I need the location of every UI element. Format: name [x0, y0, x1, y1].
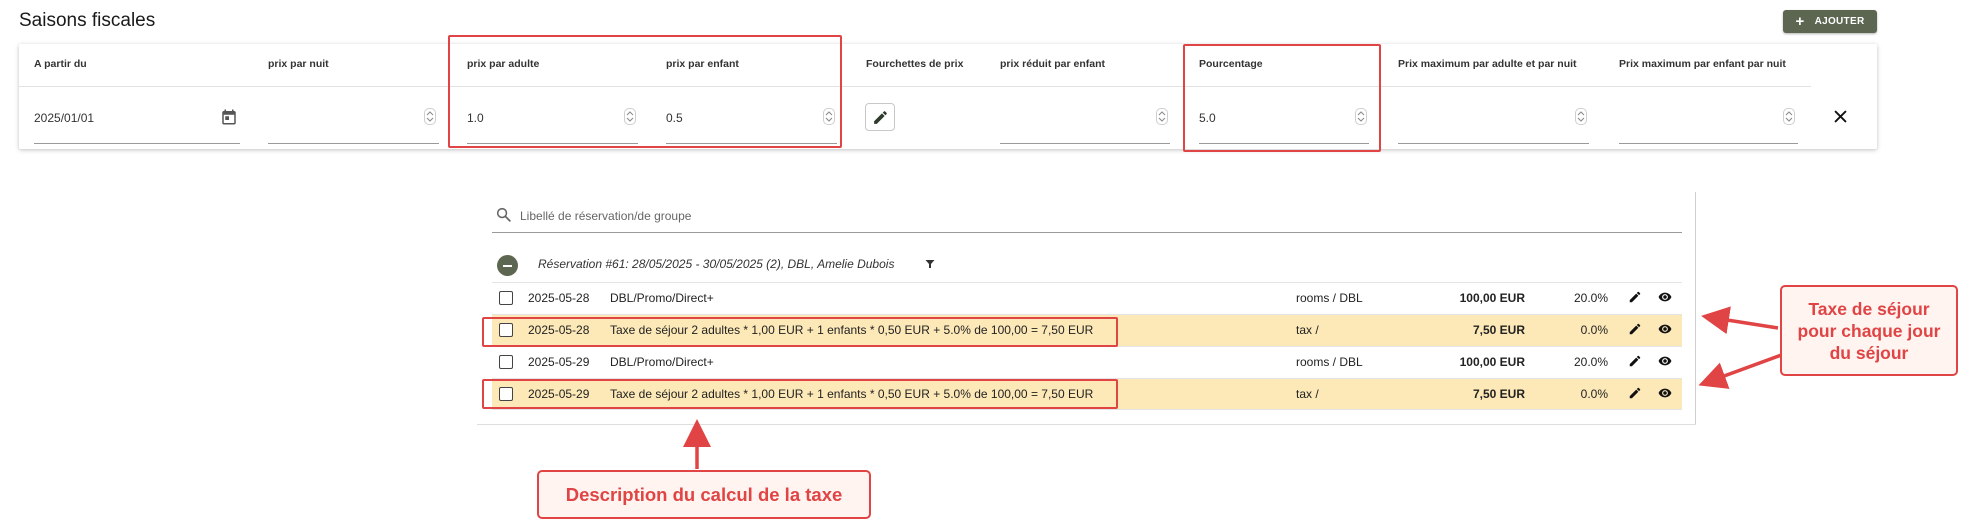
callout-line: pour chaque jour [1797, 320, 1941, 341]
arrow-to-tax-row-1 [1701, 306, 1779, 335]
annotation-arrows [683, 306, 1785, 469]
callout-line: Taxe de séjour [1808, 298, 1930, 319]
callout-line: du séjour [1829, 342, 1909, 363]
arrow-to-tax-row-2 [1698, 352, 1785, 389]
callout-taxe-sejour: Taxe de séjour pour chaque jour du séjou… [1780, 285, 1958, 376]
callout-description-calcul: Description du calcul de la taxe [537, 470, 871, 519]
